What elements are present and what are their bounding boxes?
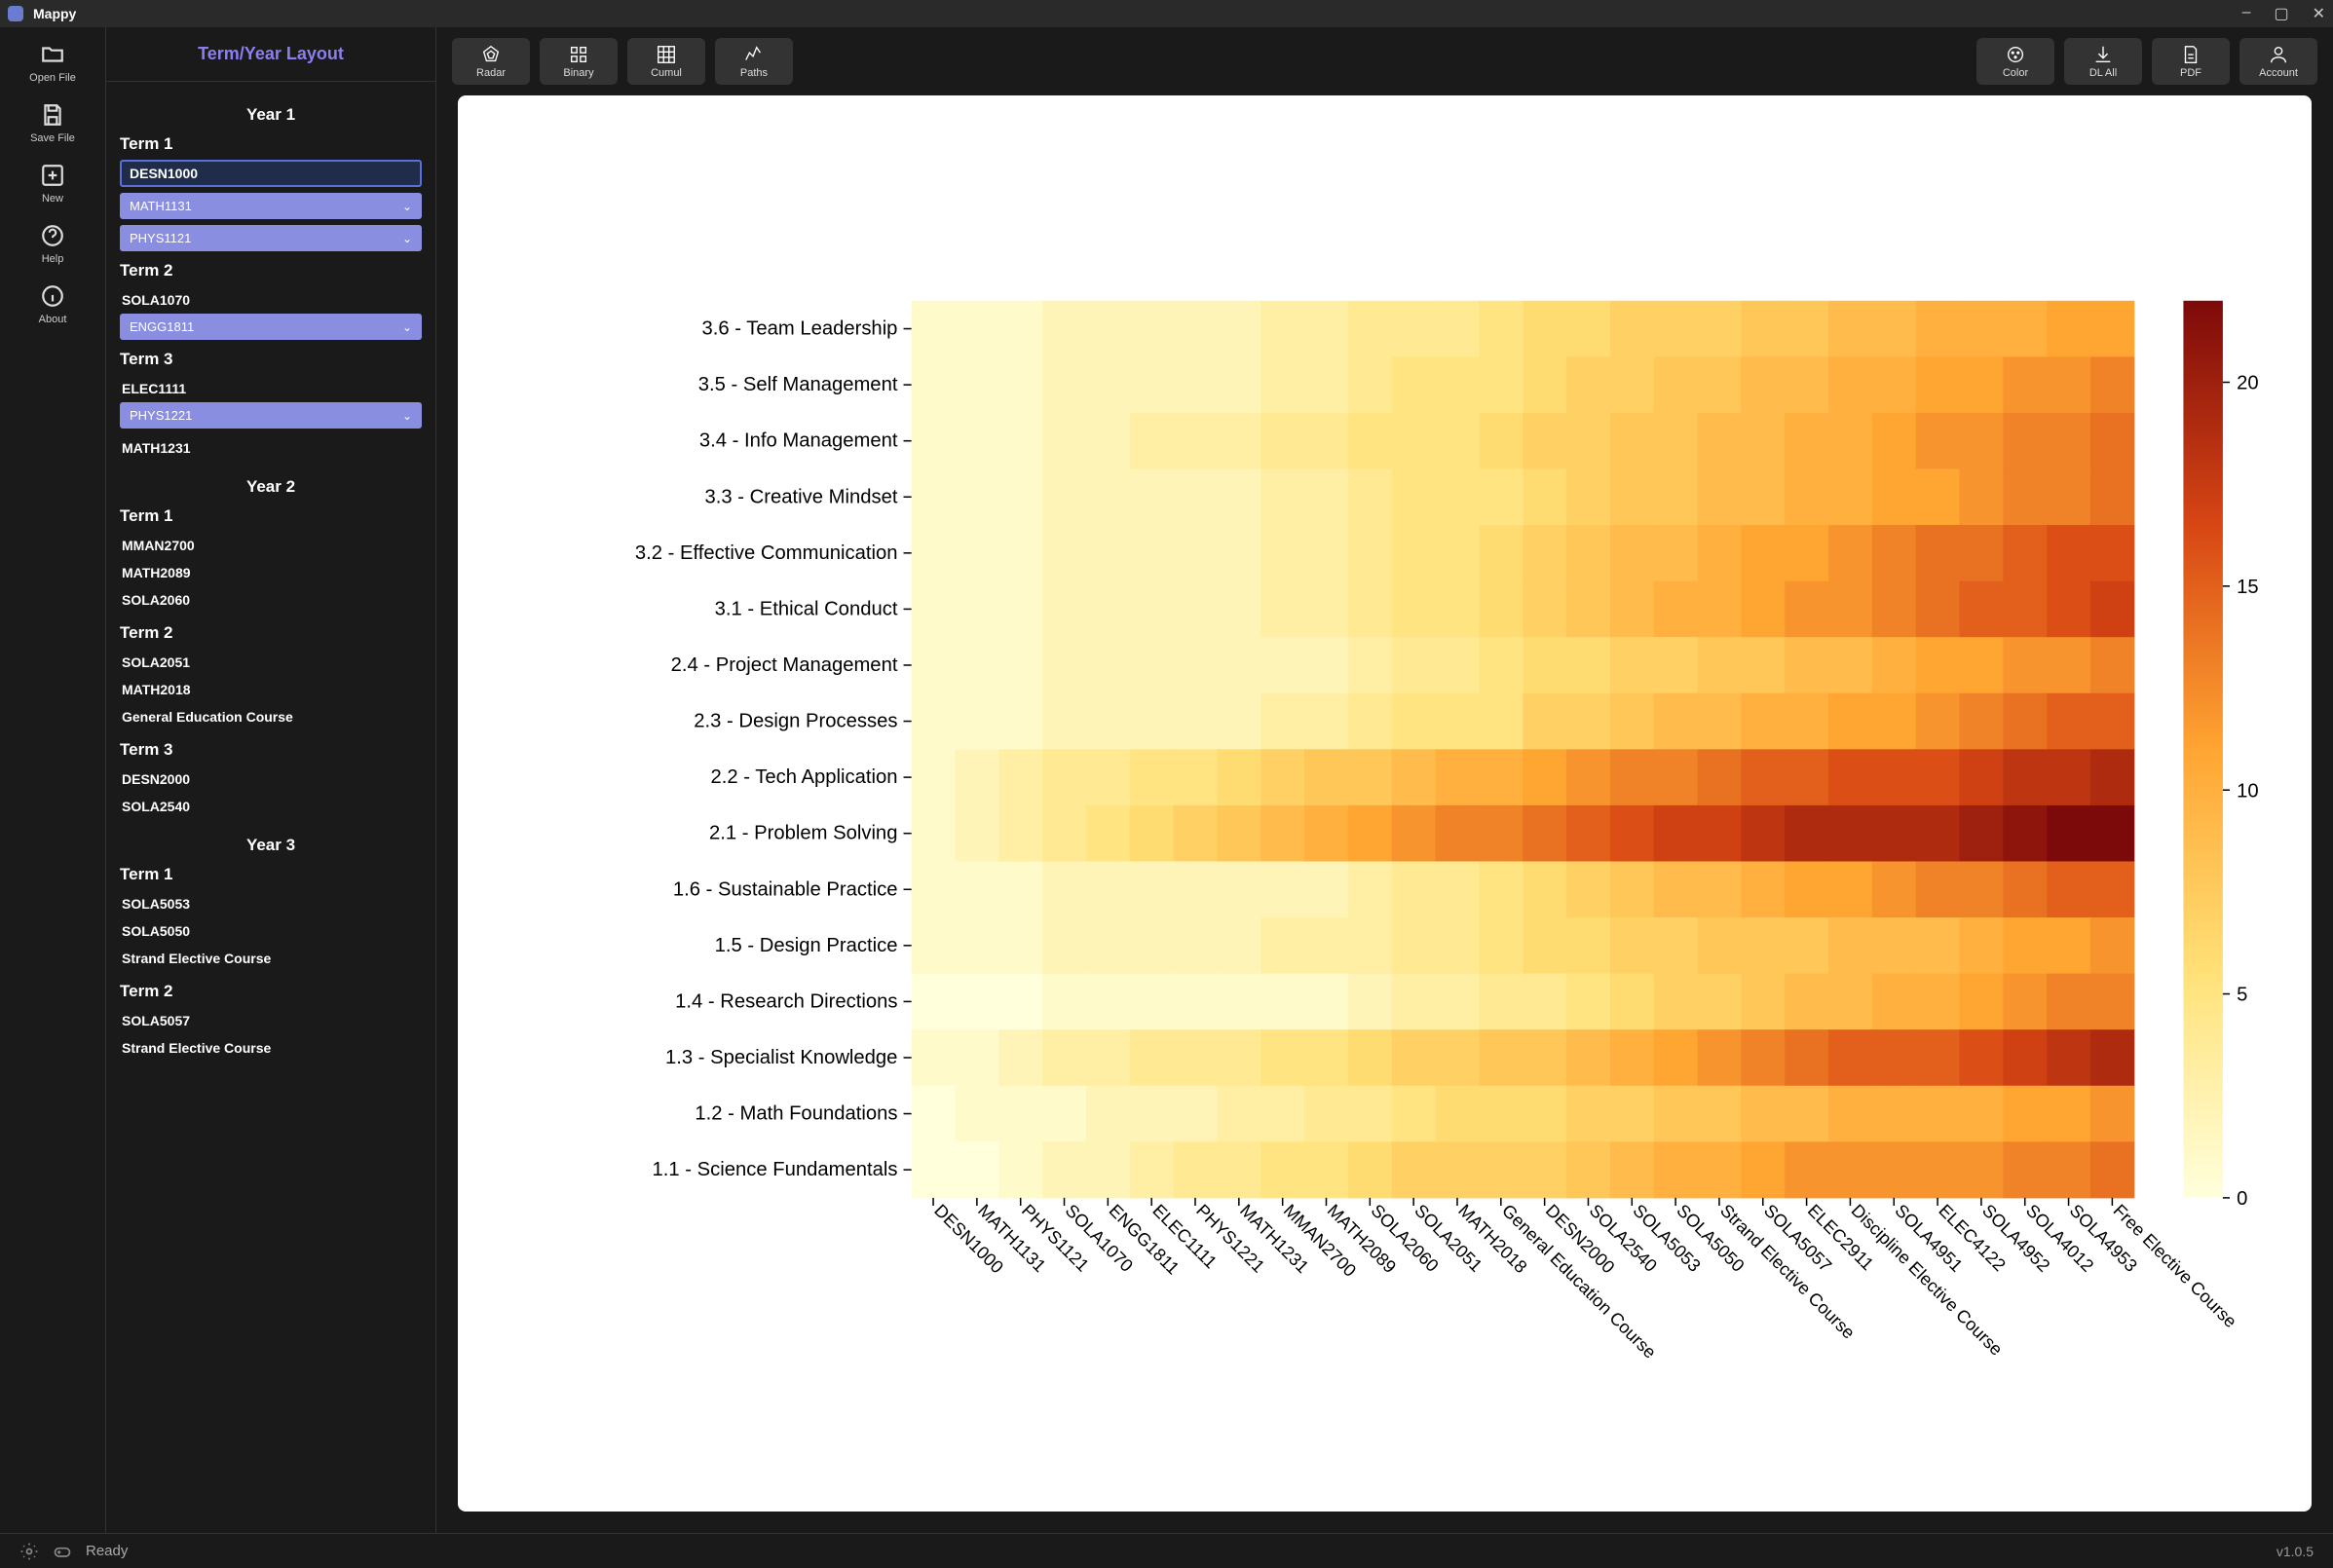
course-item[interactable]: General Education Course — [120, 703, 422, 730]
chevron-down-icon: ⌄ — [402, 200, 412, 213]
year-header: Year 3 — [120, 836, 422, 855]
radar-button[interactable]: Radar — [452, 38, 530, 85]
chevron-down-icon: ⌄ — [402, 232, 412, 245]
gamepad-icon[interactable] — [53, 1542, 72, 1561]
term-header: Term 2 — [120, 261, 422, 280]
svg-text:0: 0 — [2237, 1188, 2247, 1210]
app-title: Mappy — [33, 6, 76, 21]
term-header: Term 1 — [120, 865, 422, 884]
window-maximize[interactable]: ▢ — [2274, 4, 2288, 23]
status-text: Ready — [86, 1543, 128, 1559]
sidebar: Term/Year Layout Year 1 Term 1 DESN1000 MAT… — [105, 27, 436, 1533]
year-header: Year 1 — [120, 105, 422, 125]
dlall-icon — [2092, 44, 2114, 65]
term-header: Term 2 — [120, 623, 422, 643]
version-label: v1.0.5 — [2277, 1544, 2314, 1559]
svg-text:2.4 - Project Management: 2.4 - Project Management — [671, 654, 898, 676]
course-item[interactable]: SOLA5057 — [120, 1007, 422, 1034]
open-file-button[interactable]: Open File — [29, 41, 76, 84]
course-item[interactable]: SOLA1070 — [120, 286, 422, 314]
gear-icon[interactable] — [19, 1542, 39, 1561]
course-item[interactable]: DESN1000 — [120, 160, 422, 187]
svg-text:5: 5 — [2237, 985, 2247, 1006]
svg-text:3.3 - Creative Mindset: 3.3 - Creative Mindset — [705, 486, 898, 507]
svg-text:20: 20 — [2237, 373, 2259, 394]
window-close[interactable]: ✕ — [2313, 4, 2325, 23]
course-item[interactable]: DESN2000 — [120, 765, 422, 793]
radar-icon — [480, 44, 502, 65]
course-item[interactable]: MATH1131⌄ — [120, 193, 422, 219]
svg-text:10: 10 — [2237, 780, 2259, 802]
course-item[interactable]: SOLA5050 — [120, 917, 422, 945]
course-item[interactable]: PHYS1221⌄ — [120, 402, 422, 429]
svg-text:1.5 - Design Practice: 1.5 - Design Practice — [715, 935, 898, 956]
new-button[interactable]: New — [39, 162, 66, 205]
pdf-button[interactable]: PDF — [2152, 38, 2230, 85]
save-file-button[interactable]: Save File — [30, 101, 75, 144]
chart-panel: 3.6 - Team Leadership 3.5 - Self Manageme… — [458, 95, 2312, 1512]
svg-text:1.3 - Specialist Knowledge: 1.3 - Specialist Knowledge — [665, 1047, 897, 1068]
course-item[interactable]: SOLA2051 — [120, 649, 422, 676]
pdf-icon — [2180, 44, 2201, 65]
term-header: Term 2 — [120, 982, 422, 1001]
left-rail: Open File Save File New Help About — [0, 27, 105, 1533]
term-header: Term 1 — [120, 506, 422, 526]
help-button[interactable]: Help — [39, 222, 66, 265]
paths-icon — [743, 44, 765, 65]
plus-icon — [39, 162, 66, 189]
course-item[interactable]: MATH2018 — [120, 676, 422, 703]
cumul-icon — [656, 44, 677, 65]
heatmap-chart: 3.6 - Team Leadership 3.5 - Self Manageme… — [458, 95, 2312, 1512]
course-item[interactable]: ENGG1811⌄ — [120, 314, 422, 340]
save-icon — [39, 101, 66, 129]
dlall-button[interactable]: DL All — [2064, 38, 2142, 85]
color-button[interactable]: Color — [1976, 38, 2054, 85]
cumul-button[interactable]: Cumul — [627, 38, 705, 85]
year-header: Year 2 — [120, 477, 422, 497]
app-logo — [8, 6, 23, 21]
svg-text:3.1 - Ethical Conduct: 3.1 - Ethical Conduct — [715, 598, 898, 619]
course-item[interactable]: SOLA5053 — [120, 890, 422, 917]
svg-text:3.4 - Info Management: 3.4 - Info Management — [699, 430, 898, 452]
binary-icon — [568, 44, 589, 65]
chevron-down-icon: ⌄ — [402, 320, 412, 334]
course-item[interactable]: Strand Elective Course — [120, 1034, 422, 1062]
term-header: Term 3 — [120, 350, 422, 369]
course-item[interactable]: MATH1231 — [120, 434, 422, 462]
sidebar-title: Term/Year Layout — [106, 27, 435, 82]
course-item[interactable]: Strand Elective Course — [120, 945, 422, 972]
window-minimize[interactable]: – — [2242, 4, 2251, 23]
svg-text:3.2 - Effective Communication: 3.2 - Effective Communication — [635, 542, 898, 564]
svg-text:1.2 - Math Foundations: 1.2 - Math Foundations — [695, 1103, 897, 1125]
svg-text:2.3 - Design Processes: 2.3 - Design Processes — [694, 711, 897, 732]
course-item[interactable]: ELEC1111 — [120, 375, 422, 402]
binary-button[interactable]: Binary — [540, 38, 618, 85]
about-button[interactable]: About — [39, 282, 67, 325]
sidebar-scroll[interactable]: Year 1 Term 1 DESN1000 MATH1131⌄ PHYS1121⌄ Te… — [106, 82, 435, 1533]
color-icon — [2005, 44, 2026, 65]
toolbar: RadarBinaryCumulPaths ColorDL AllPDFAcco… — [436, 27, 2333, 95]
svg-text:2.1 - Problem Solving: 2.1 - Problem Solving — [709, 823, 897, 844]
account-button[interactable]: Account — [2239, 38, 2317, 85]
svg-text:1.4 - Research Directions: 1.4 - Research Directions — [675, 990, 897, 1012]
svg-text:3.6 - Team Leadership: 3.6 - Team Leadership — [701, 318, 897, 340]
svg-text:1.1 - Science Fundamentals: 1.1 - Science Fundamentals — [653, 1159, 898, 1180]
course-item[interactable]: SOLA2060 — [120, 586, 422, 614]
paths-button[interactable]: Paths — [715, 38, 793, 85]
course-item[interactable]: SOLA2540 — [120, 793, 422, 820]
term-header: Term 3 — [120, 740, 422, 760]
info-icon — [39, 282, 66, 310]
svg-text:15: 15 — [2237, 577, 2259, 598]
help-icon — [39, 222, 66, 249]
course-item[interactable]: MMAN2700 — [120, 532, 422, 559]
svg-text:3.5 - Self Management: 3.5 - Self Management — [698, 374, 898, 395]
term-header: Term 1 — [120, 134, 422, 154]
svg-text:2.2 - Tech Application: 2.2 - Tech Application — [710, 766, 897, 788]
svg-text:1.6 - Sustainable Practice: 1.6 - Sustainable Practice — [673, 878, 898, 900]
account-icon — [2268, 44, 2289, 65]
course-item[interactable]: MATH2089 — [120, 559, 422, 586]
course-item[interactable]: PHYS1121⌄ — [120, 225, 422, 251]
chevron-down-icon: ⌄ — [402, 409, 412, 423]
folder-icon — [39, 41, 66, 68]
